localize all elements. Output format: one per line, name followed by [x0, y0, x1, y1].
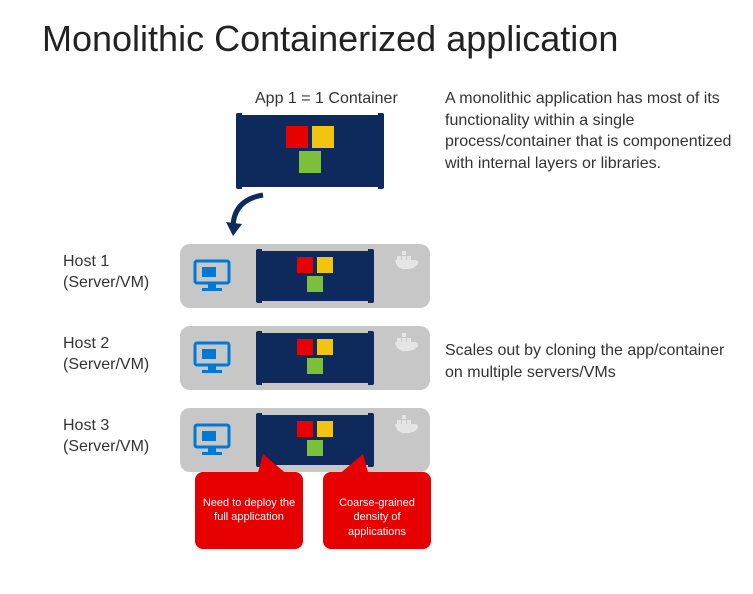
host-label-line2: (Server/VM) — [63, 356, 149, 373]
description-monolithic: A monolithic application has most of its… — [445, 88, 735, 174]
monitor-icon — [192, 340, 232, 376]
host-label-line1: Host 2 — [63, 335, 109, 352]
callout-pointer-icon — [337, 454, 369, 476]
host-2-row — [180, 326, 430, 390]
host-3-row — [180, 408, 430, 472]
curved-arrow-icon — [218, 190, 278, 240]
host-label-line1: Host 3 — [63, 417, 109, 434]
monitor-icon — [192, 422, 232, 458]
app-container-clone-2 — [260, 333, 370, 383]
host-1-label: Host 1 (Server/VM) — [63, 252, 149, 294]
docker-whale-icon — [394, 332, 420, 352]
callout-density: Coarse-grained density of applications — [323, 472, 431, 549]
docker-whale-icon — [394, 250, 420, 270]
host-label-line2: (Server/VM) — [63, 438, 149, 455]
docker-whale-icon — [394, 414, 420, 434]
component-tile-red — [286, 126, 308, 148]
callout-pointer-icon — [257, 454, 289, 476]
component-tile-yellow — [312, 126, 334, 148]
description-scale: Scales out by cloning the app/container … — [445, 340, 725, 383]
app-container-main — [240, 115, 380, 187]
host-2-label: Host 2 (Server/VM) — [63, 334, 149, 376]
component-tile-green — [299, 151, 321, 173]
monitor-icon — [192, 258, 232, 294]
app-container-clone-1 — [260, 251, 370, 301]
callout-density-text: Coarse-grained density of applications — [339, 497, 415, 538]
host-1-row — [180, 244, 430, 308]
callout-deploy-text: Need to deploy the full application — [203, 497, 295, 523]
host-3-label: Host 3 (Server/VM) — [63, 416, 149, 458]
host-label-line1: Host 1 — [63, 253, 109, 270]
app-container-label: App 1 = 1 Container — [255, 90, 398, 108]
callout-deploy: Need to deploy the full application — [195, 472, 303, 549]
callouts-group: Need to deploy the full application Coar… — [195, 472, 431, 549]
host-label-line2: (Server/VM) — [63, 274, 149, 291]
diagram-title: Monolithic Containerized application — [42, 18, 618, 60]
